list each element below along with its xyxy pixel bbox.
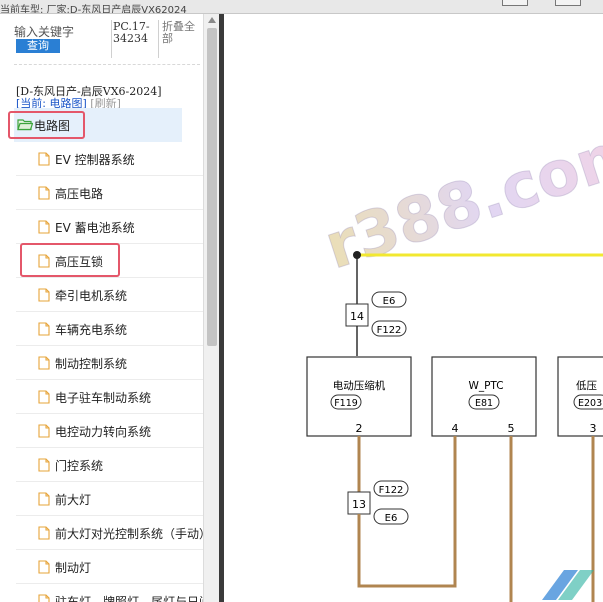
search-area: 查询 PC.17-34234 折叠全部: [0, 14, 203, 64]
tree-item-label: 电控动力转向系统: [55, 425, 152, 439]
wiring-diagram: r388.com 14 E6 F122 3 电动压缩机 F119 2 W_PTC…: [306, 112, 603, 602]
highlight-box: [8, 111, 85, 139]
tree-item-label: EV 蓄电池系统: [55, 221, 135, 235]
document-icon: [38, 526, 50, 543]
tree-item-label: 驻车灯、牌照灯、尾灯与日间行车灯: [55, 595, 203, 602]
tree-item-label: 制动灯: [55, 561, 92, 575]
tree-item[interactable]: 车辆充电系统: [16, 312, 203, 346]
tree-item-label: 牵引电机系统: [55, 289, 128, 303]
document-icon: [38, 322, 50, 339]
tree-item-label: 门控系统: [55, 459, 104, 473]
tree-item-label: 前大灯: [55, 493, 92, 507]
tree-item[interactable]: 前大灯: [16, 482, 203, 516]
pc-code: PC.17-34234: [113, 20, 150, 45]
document-icon: [38, 594, 50, 602]
collapse-all-link[interactable]: 折叠全部: [162, 21, 202, 45]
connector-tag-label: E6: [385, 513, 398, 524]
document-icon: [38, 186, 50, 203]
document-icon: [38, 390, 50, 407]
component-code: E203: [578, 398, 602, 409]
divider: [158, 20, 159, 58]
pin-number: 3: [590, 422, 597, 435]
tree-item-label: 高压电路: [55, 187, 104, 201]
pin-number: 4: [452, 422, 459, 435]
query-button[interactable]: 查询: [16, 39, 60, 53]
document-icon: [38, 492, 50, 509]
window-title: 当前车型: 厂家:D-东风日产启辰VX62024: [0, 5, 187, 14]
title-bar: 当前车型: 厂家:D-东风日产启辰VX62024: [0, 0, 603, 14]
diagram-pane: r388.com 14 E6 F122 3 电动压缩机 F119 2 W_PTC…: [224, 14, 603, 602]
component-name: 低压: [576, 379, 597, 392]
tree-item[interactable]: EV 蓄电池系统: [16, 210, 203, 244]
document-icon: [38, 152, 50, 169]
tree-item[interactable]: 电子驻车制动系统: [16, 380, 203, 414]
pin-number: 2: [356, 422, 363, 435]
divider: [14, 64, 200, 65]
connector-tag-label: F122: [377, 325, 402, 336]
keyword-input[interactable]: [14, 24, 110, 40]
tree-item[interactable]: 电控动力转向系统: [16, 414, 203, 448]
connector-tag-label: E6: [383, 296, 396, 307]
scroll-up-arrow-icon[interactable]: [208, 17, 216, 23]
document-icon: [38, 458, 50, 475]
connector-number: 13: [352, 498, 366, 511]
connector-number: 14: [350, 310, 364, 323]
tree-item-label: 电子驻车制动系统: [55, 391, 152, 405]
connector-tag-label: F122: [379, 485, 404, 496]
wire-brown: [357, 436, 457, 588]
document-icon: [38, 424, 50, 441]
tree-item-label: EV 控制器系统: [55, 153, 135, 167]
tree-item[interactable]: 制动灯: [16, 550, 203, 584]
tree-item[interactable]: 牵引电机系统: [16, 278, 203, 312]
component-name: 电动压缩机: [333, 379, 386, 392]
tree-list: EV 控制器系统 高压电路 EV 蓄电池系统 高压互锁 牵引电机系统 车辆充电系…: [16, 142, 203, 602]
left-panel: 查询 PC.17-34234 折叠全部 [D-东风日产-启辰VX6-2024] …: [0, 14, 219, 602]
tree-item[interactable]: 前大灯对光控制系统（手动）: [16, 516, 203, 550]
scroll-thumb[interactable]: [207, 28, 217, 346]
tree-item-label: 前大灯对光控制系统（手动）: [55, 527, 203, 541]
document-icon: [38, 288, 50, 305]
tree-item-label: 车辆充电系统: [55, 323, 128, 337]
tree-item[interactable]: EV 控制器系统: [16, 142, 203, 176]
toolbar-button[interactable]: [555, 0, 581, 6]
document-icon: [38, 220, 50, 237]
watermark-logo: [542, 570, 594, 600]
left-scrollbar[interactable]: [203, 14, 219, 602]
pin-number: 5: [508, 422, 515, 435]
component-code: E81: [475, 398, 493, 409]
tree-item[interactable]: 制动控制系统: [16, 346, 203, 380]
component-code: F119: [334, 398, 358, 409]
toolbar-button[interactable]: [502, 0, 528, 6]
highlight-box: [20, 243, 120, 277]
tree-item[interactable]: 门控系统: [16, 448, 203, 482]
document-icon: [38, 356, 50, 373]
tree-item[interactable]: 高压电路: [16, 176, 203, 210]
component-name: W_PTC: [468, 380, 503, 392]
document-icon: [38, 560, 50, 577]
divider: [111, 20, 112, 58]
tree-item-label: 制动控制系统: [55, 357, 128, 371]
tree-item[interactable]: 驻车灯、牌照灯、尾灯与日间行车灯: [16, 584, 203, 602]
